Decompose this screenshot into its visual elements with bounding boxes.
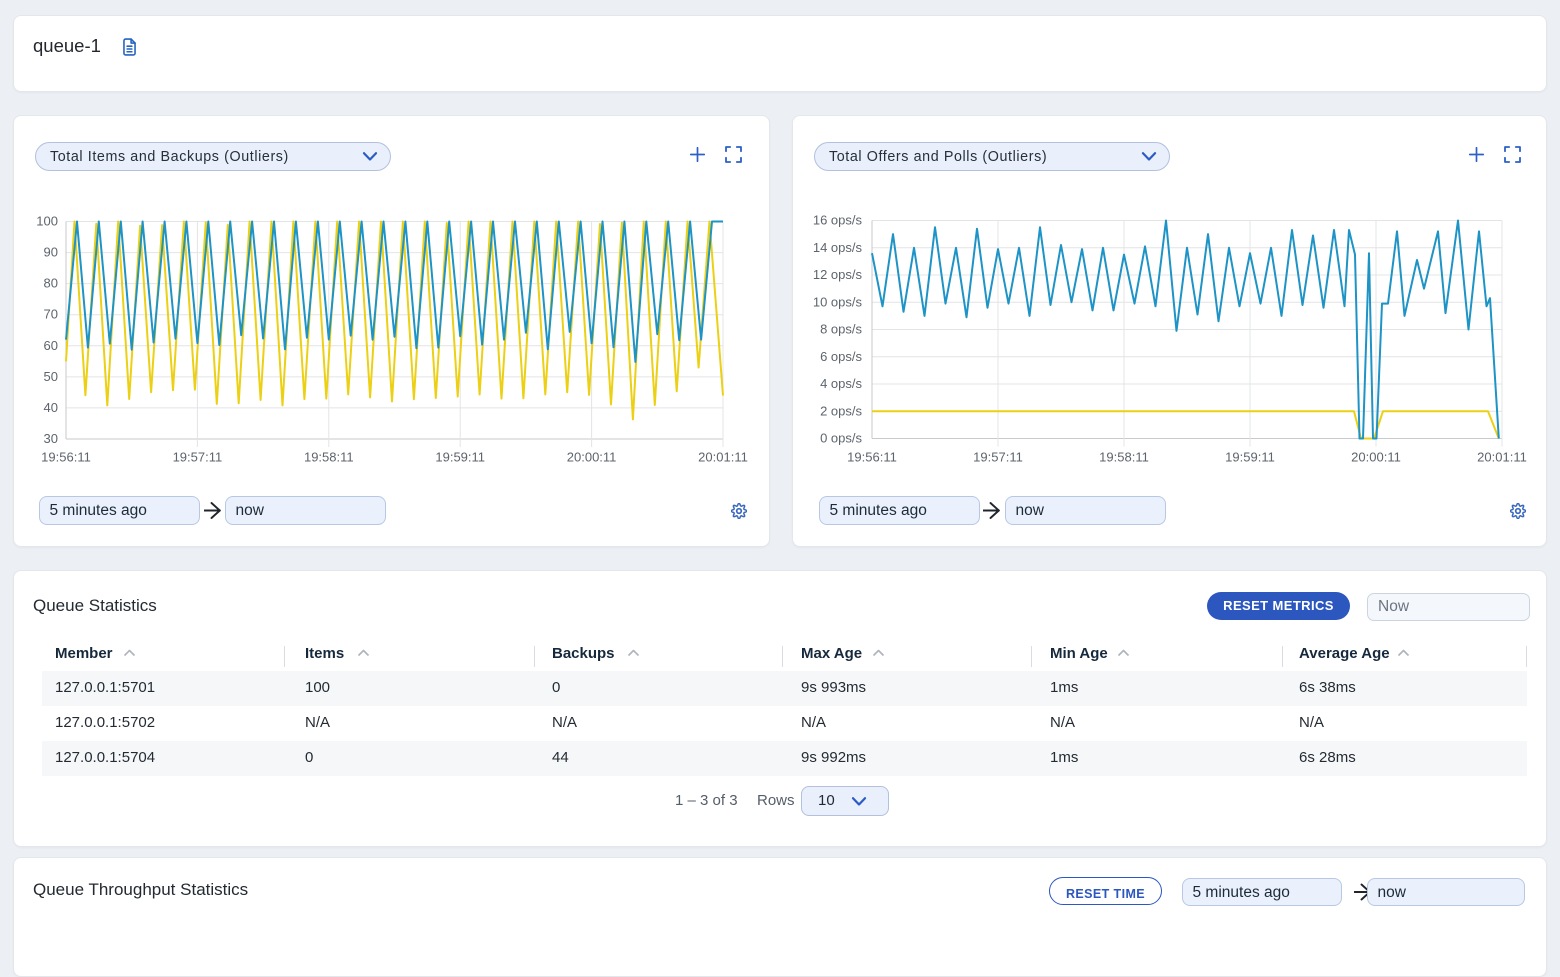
svg-text:12 ops/s: 12 ops/s [813,267,863,282]
svg-text:19:58:11: 19:58:11 [304,450,354,465]
svg-text:10 ops/s: 10 ops/s [813,294,863,309]
svg-text:50: 50 [44,369,58,384]
svg-text:80: 80 [44,276,58,291]
svg-text:19:56:11: 19:56:11 [41,450,91,465]
svg-text:100: 100 [36,214,58,229]
svg-text:20:01:11: 20:01:11 [1477,450,1527,465]
svg-text:19:58:11: 19:58:11 [1099,450,1149,465]
svg-text:8 ops/s: 8 ops/s [820,322,862,337]
svg-text:19:59:11: 19:59:11 [1225,450,1275,465]
svg-text:60: 60 [44,338,58,353]
svg-text:19:57:11: 19:57:11 [173,450,223,465]
svg-text:19:56:11: 19:56:11 [847,450,897,465]
svg-text:70: 70 [44,307,58,322]
svg-text:14 ops/s: 14 ops/s [813,240,863,255]
svg-text:30: 30 [44,431,58,446]
svg-text:4 ops/s: 4 ops/s [820,376,862,391]
svg-text:20:00:11: 20:00:11 [1351,450,1401,465]
svg-text:16 ops/s: 16 ops/s [813,213,863,228]
svg-text:19:59:11: 19:59:11 [435,450,485,465]
svg-text:40: 40 [44,400,58,415]
svg-text:90: 90 [44,245,58,260]
svg-text:6 ops/s: 6 ops/s [820,349,862,364]
svg-text:19:57:11: 19:57:11 [973,450,1023,465]
svg-text:2 ops/s: 2 ops/s [820,403,862,418]
svg-text:20:00:11: 20:00:11 [567,450,617,465]
svg-text:0 ops/s: 0 ops/s [820,431,862,446]
svg-text:20:01:11: 20:01:11 [698,450,748,465]
